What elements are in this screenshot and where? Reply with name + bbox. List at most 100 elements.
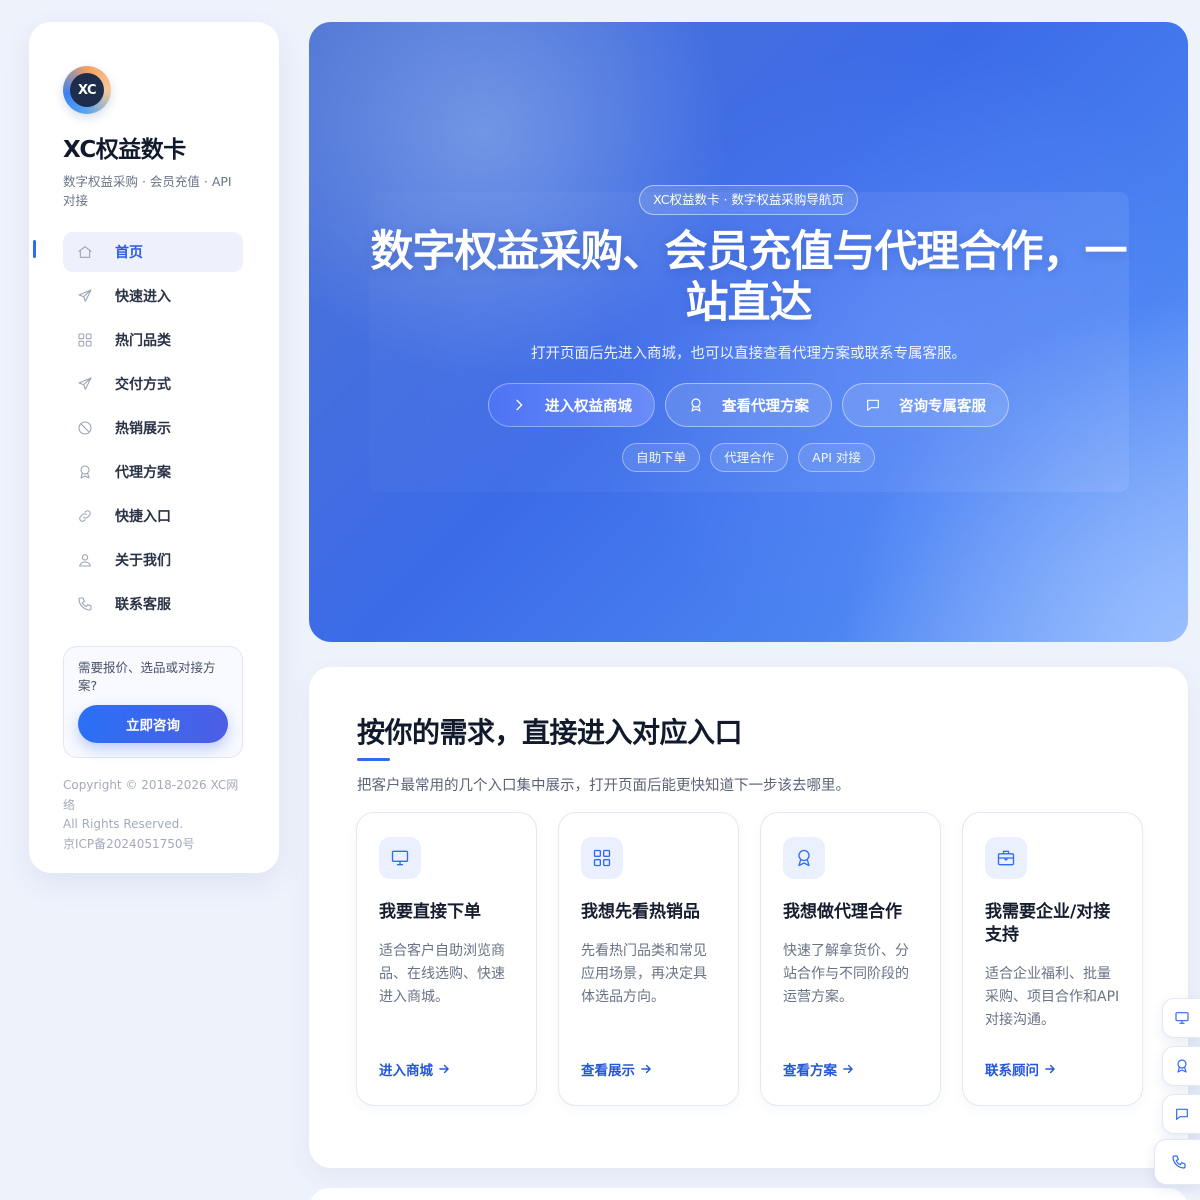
- copyright-line: Copyright © 2018-2026 XC网络: [63, 778, 239, 812]
- view-showcase-link[interactable]: 查看展示: [581, 1059, 653, 1079]
- award-icon: [1177, 1059, 1187, 1073]
- user-icon: [77, 552, 93, 568]
- entry-card-direct-order[interactable]: 我要直接下单 适合客户自助浏览商品、在线选购、快速进入商城。 进入商城: [356, 812, 537, 1106]
- card-description: 快速了解拿货价、分站合作与不同阶段的运营方案。: [783, 943, 909, 1005]
- chat-icon: [867, 399, 879, 411]
- hero-pill: XC权益数卡 · 数字权益采购导航页: [639, 185, 858, 215]
- link-icon: [77, 508, 93, 524]
- hero-title: 数字权益采购、会员充值与代理合作，一站直达: [370, 227, 1128, 328]
- card-title: 我需要企业/对接支持: [985, 902, 1111, 945]
- arrow-right-icon: [641, 1064, 651, 1074]
- card-description: 先看热门品类和常见应用场景，再决定具体选品方向。: [581, 943, 707, 1005]
- arrow-right-icon: [439, 1064, 449, 1074]
- sidebar-item-label: 首页: [115, 245, 143, 261]
- card-description: 适合客户自助浏览商品、在线选购、快速进入商城。: [379, 943, 505, 1005]
- sidebar-item-quick-entry[interactable]: 快速进入: [63, 276, 243, 316]
- link-label: 查看展示: [581, 1063, 635, 1079]
- chat-icon: [1176, 1108, 1188, 1120]
- tag-api: API 对接: [798, 443, 875, 472]
- grid-icon: [77, 332, 93, 348]
- phone-icon: [1172, 1155, 1186, 1169]
- sidebar-item-label: 代理方案: [115, 465, 171, 481]
- send-icon: [77, 288, 93, 304]
- entry-cards: 我要直接下单 适合客户自助浏览商品、在线选购、快速进入商城。 进入商城 我想先看…: [356, 812, 1143, 1106]
- brand-name: XC权益数卡: [63, 137, 186, 163]
- button-label: 查看代理方案: [722, 398, 809, 415]
- hero-banner: XC权益数卡 · 数字权益采购导航页 数字权益采购、会员充值与代理合作，一站直达…: [309, 22, 1188, 642]
- brand-subtitle: 数字权益采购 · 会员充值 · API对接: [63, 174, 232, 208]
- sidebar-item-label: 交付方式: [115, 377, 171, 393]
- view-plan-link[interactable]: 查看方案: [783, 1059, 855, 1079]
- entry-card-hot-items[interactable]: 我想先看热销品 先看热门品类和常见应用场景，再决定具体选品方向。 查看展示: [558, 812, 739, 1106]
- copyright: Copyright © 2018-2026 XC网络 All Rights Re…: [63, 776, 245, 854]
- consult-service-button[interactable]: 咨询专属客服: [842, 383, 1009, 427]
- sidebar-item-label: 关于我们: [115, 553, 171, 569]
- hero-tags: 自助下单 代理合作 API 对接: [309, 443, 1188, 472]
- float-agent-button[interactable]: [1162, 1046, 1200, 1086]
- badge-icon: [77, 420, 93, 436]
- sidebar-item-hot-sales[interactable]: 热销展示: [63, 408, 243, 448]
- entry-card-enterprise[interactable]: 我需要企业/对接支持 适合企业福利、批量采购、项目合作和API对接沟通。 联系顾…: [962, 812, 1143, 1106]
- entry-card-agent[interactable]: 我想做代理合作 快速了解拿货价、分站合作与不同阶段的运营方案。 查看方案: [760, 812, 941, 1106]
- award-icon: [691, 398, 701, 412]
- briefcase-icon: [985, 837, 1027, 879]
- card-description: 适合企业福利、批量采购、项目合作和API对接沟通。: [985, 966, 1120, 1028]
- phone-icon: [77, 596, 93, 612]
- link-label: 进入商城: [379, 1063, 433, 1079]
- home-icon: [77, 244, 93, 260]
- sidebar-item-label: 快捷入口: [115, 509, 171, 525]
- title-underline: [357, 758, 390, 761]
- consult-now-button[interactable]: 立即咨询: [78, 705, 228, 743]
- contact-advisor-link[interactable]: 联系顾问: [985, 1059, 1057, 1079]
- button-label: 咨询专属客服: [899, 398, 986, 415]
- float-mall-button[interactable]: [1162, 998, 1200, 1038]
- send-icon: [77, 376, 93, 392]
- sidebar-item-label: 热销展示: [115, 421, 171, 437]
- sidebar-item-hot-categories[interactable]: 热门品类: [63, 320, 243, 360]
- chevron-right-icon: [516, 399, 523, 411]
- enter-mall-link[interactable]: 进入商城: [379, 1059, 451, 1079]
- arrow-right-icon: [1045, 1064, 1055, 1074]
- float-phone-button[interactable]: [1154, 1139, 1200, 1185]
- link-label: 联系顾问: [985, 1063, 1039, 1079]
- sidebar-item-contact[interactable]: 联系客服: [63, 584, 243, 624]
- view-agent-plan-button[interactable]: 查看代理方案: [665, 383, 832, 427]
- section-description: 把客户最常用的几个入口集中展示，打开页面后能更快知道下一步该去哪里。: [357, 778, 850, 794]
- tag-agent: 代理合作: [710, 443, 789, 472]
- sidebar-nav: 首页 快速进入 热门品类 交付方式 热销展示 代理方案 快捷入口 关于我们 联系…: [33, 232, 245, 624]
- logo-text: XC: [70, 73, 104, 107]
- sidebar-item-about[interactable]: 关于我们: [63, 540, 243, 580]
- arrow-right-icon: [843, 1064, 853, 1074]
- sidebar-item-label: 快速进入: [115, 289, 171, 305]
- sidebar-item-shortcuts[interactable]: 快捷入口: [63, 496, 243, 536]
- consult-text: 需要报价、选品或对接方案?: [78, 660, 216, 693]
- award-icon: [77, 464, 93, 480]
- grid-icon: [581, 837, 623, 879]
- sidebar-item-label: 热门品类: [115, 333, 171, 349]
- consult-box: 需要报价、选品或对接方案? 立即咨询: [63, 646, 243, 758]
- card-title: 我想先看热销品: [581, 902, 700, 922]
- next-section: [309, 1188, 1188, 1200]
- hero-buttons: 进入权益商城 查看代理方案 咨询专属客服: [309, 383, 1188, 427]
- monitor-icon: [379, 837, 421, 879]
- enter-mall-button[interactable]: 进入权益商城: [488, 383, 655, 427]
- sidebar-item-delivery[interactable]: 交付方式: [63, 364, 243, 404]
- icp-link[interactable]: 京ICP备2024051750号: [63, 835, 245, 855]
- award-icon: [783, 837, 825, 879]
- rights-line: All Rights Reserved.: [63, 817, 184, 831]
- entry-section: 按你的需求，直接进入对应入口 把客户最常用的几个入口集中展示，打开页面后能更快知…: [309, 667, 1188, 1168]
- sidebar: XC XC权益数卡 数字权益采购 · 会员充值 · API对接 首页 快速进入 …: [29, 22, 279, 873]
- hero-description: 打开页面后先进入商城，也可以直接查看代理方案或联系专属客服。: [531, 346, 966, 362]
- float-chat-button[interactable]: [1162, 1094, 1200, 1134]
- tag-self-order: 自助下单: [622, 443, 701, 472]
- brand-logo[interactable]: XC: [63, 66, 111, 114]
- card-title: 我想做代理合作: [783, 902, 902, 922]
- button-label: 进入权益商城: [545, 398, 632, 415]
- sidebar-item-agent-plan[interactable]: 代理方案: [63, 452, 243, 492]
- sidebar-item-home[interactable]: 首页: [33, 232, 243, 272]
- card-title: 我要直接下单: [379, 902, 481, 922]
- monitor-icon: [1175, 1012, 1189, 1024]
- sidebar-item-label: 联系客服: [115, 597, 171, 613]
- link-label: 查看方案: [783, 1063, 837, 1079]
- section-title: 按你的需求，直接进入对应入口: [357, 716, 743, 749]
